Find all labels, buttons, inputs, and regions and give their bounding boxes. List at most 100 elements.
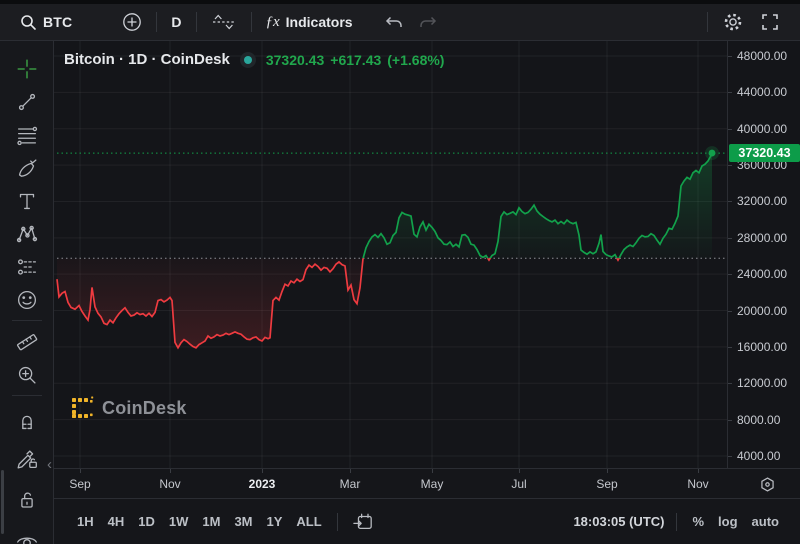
price-axis-label: 44000.00 [737, 85, 787, 99]
time-axis[interactable]: SepNov2023MarMayJulSepNov [54, 468, 800, 498]
auto-scale-toggle[interactable]: auto [745, 510, 786, 533]
emoji-tool[interactable] [10, 283, 44, 316]
trend-line-tool[interactable] [10, 85, 44, 118]
stay-drawing-mode-tool[interactable] [10, 442, 44, 475]
coindesk-watermark: CoinDesk [70, 396, 187, 420]
redo-icon [419, 13, 439, 31]
zoom-in-tool[interactable] [10, 358, 44, 391]
fib-retracement-tool[interactable] [10, 118, 44, 151]
text-tool[interactable] [10, 184, 44, 217]
top-toolbar: BTC D ƒx Indicators [0, 4, 800, 41]
range-button-1y[interactable]: 1Y [260, 510, 290, 533]
log-scale-toggle[interactable]: log [711, 510, 745, 533]
undo-button[interactable] [375, 8, 411, 36]
indicators-button[interactable]: ƒx Indicators [258, 8, 361, 36]
stay-drawing-mode-icon [14, 446, 40, 472]
time-axis-label: Mar [340, 477, 361, 491]
chart-canvas[interactable]: Bitcoin · 1D · CoinDesk 37320.43 +617.43… [54, 41, 727, 468]
price-axis-tick [728, 347, 732, 348]
time-axis-label: Nov [159, 477, 180, 491]
clock-display[interactable]: 18:03:05 (UTC) [569, 514, 668, 529]
time-axis-tick [698, 469, 699, 473]
sidebar-collapse-icon[interactable]: ‹ [47, 458, 52, 472]
legend-change-percent: (+1.68%) [387, 52, 444, 68]
price-axis-tick [728, 201, 732, 202]
price-axis-tick [728, 383, 732, 384]
toolbar-divider [251, 12, 252, 32]
price-axis-tick [728, 274, 732, 275]
text-tool-icon [14, 188, 40, 214]
fullscreen-button[interactable] [752, 8, 788, 36]
hide-drawings-tool[interactable] [10, 525, 44, 544]
price-axis-label: 24000.00 [737, 267, 787, 281]
toolbar-divider [676, 513, 677, 531]
lock-drawings-tool[interactable] [10, 483, 44, 516]
toolbar-divider [707, 12, 708, 32]
legend-values: 37320.43 +617.43 (+1.68%) [266, 52, 445, 68]
time-axis-tick [432, 469, 433, 473]
crosshair-tool[interactable] [10, 52, 44, 85]
time-axis-tick [350, 469, 351, 473]
time-axis-label: May [421, 477, 444, 491]
crosshair-icon [14, 56, 40, 82]
price-axis-label: 48000.00 [737, 49, 787, 63]
chart-settings-button[interactable] [714, 8, 752, 36]
search-icon [20, 14, 37, 31]
brush-icon [14, 155, 40, 181]
baseline-chart-icon [211, 12, 237, 32]
range-button-3m[interactable]: 3M [227, 510, 259, 533]
range-button-4h[interactable]: 4H [101, 510, 132, 533]
emoji-icon [14, 287, 40, 313]
price-axis-label: 40000.00 [737, 122, 787, 136]
forecast-tool[interactable] [10, 250, 44, 283]
magnet-mode-tool[interactable] [10, 404, 44, 437]
redo-button[interactable] [411, 8, 447, 36]
fx-indicators-icon: ƒx [266, 14, 280, 31]
price-axis-tick [728, 456, 732, 457]
xabcd-pattern-tool[interactable] [10, 217, 44, 250]
time-axis-tick [170, 469, 171, 473]
plus-circle-icon [122, 12, 142, 32]
gear-icon [722, 11, 744, 33]
time-axis-tick [80, 469, 81, 473]
brush-tool[interactable] [10, 151, 44, 184]
percent-scale-toggle[interactable]: % [685, 510, 711, 533]
interval-button[interactable]: D [163, 8, 189, 36]
range-button-1d[interactable]: 1D [131, 510, 162, 533]
price-axis-label: 4000.00 [737, 449, 780, 463]
fib-retracement-icon [14, 122, 40, 148]
chart-type-button[interactable] [203, 8, 245, 36]
range-button-all[interactable]: ALL [289, 510, 328, 533]
time-axis-label: 2023 [249, 477, 276, 491]
compare-add-symbol-button[interactable] [114, 8, 150, 36]
axis-settings-icon[interactable] [759, 476, 776, 493]
time-axis-label: Sep [596, 477, 617, 491]
range-button-1m[interactable]: 1M [195, 510, 227, 533]
go-to-date-icon [352, 512, 374, 532]
go-to-date-button[interactable] [346, 510, 380, 534]
price-axis-tick [728, 92, 732, 93]
window-top-edge [0, 0, 800, 4]
time-axis-label: Jul [511, 477, 526, 491]
xabcd-pattern-icon [14, 221, 40, 247]
toolbar-divider [196, 12, 197, 32]
drawing-toolbar [0, 41, 54, 544]
measure-tool[interactable] [10, 325, 44, 358]
sidebar-scrollbar[interactable] [1, 470, 4, 534]
price-axis-label: 28000.00 [737, 231, 787, 245]
indicators-label: Indicators [286, 14, 353, 30]
time-axis-tick [262, 469, 263, 473]
symbol-search-button[interactable]: BTC [12, 8, 80, 36]
price-axis-tick [728, 165, 732, 166]
price-axis-label: 20000.00 [737, 304, 787, 318]
legend-last-price: 37320.43 [266, 52, 324, 68]
range-button-1h[interactable]: 1H [70, 510, 101, 533]
range-button-1w[interactable]: 1W [162, 510, 196, 533]
legend-change: +617.43 [330, 52, 381, 68]
price-axis[interactable]: 37320.43 48000.0044000.0040000.0036000.0… [727, 41, 800, 468]
ruler-icon [14, 329, 40, 355]
last-point-marker [709, 150, 716, 157]
undo-icon [383, 13, 403, 31]
chart-legend: Bitcoin · 1D · CoinDesk 37320.43 +617.43… [64, 51, 444, 68]
data-source-status-icon[interactable] [240, 52, 256, 68]
